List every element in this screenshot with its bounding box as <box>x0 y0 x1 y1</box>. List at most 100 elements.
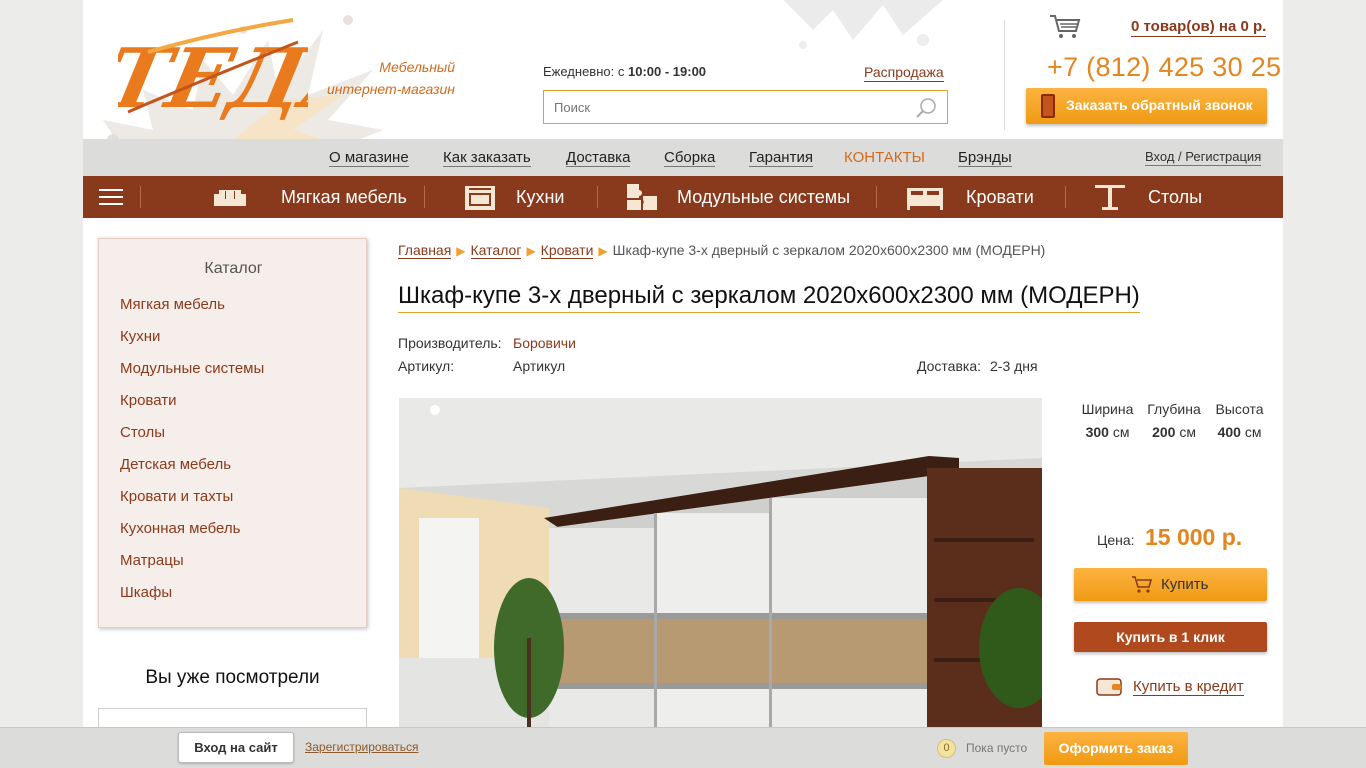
category-label: Модульные системы <box>677 187 851 207</box>
header-divider <box>1004 20 1005 130</box>
breadcrumb: Главная ▶ Каталог ▶ Кровати ▶ Шкаф-купе 3-х дв… <box>398 242 1046 259</box>
sku-value: Артикул <box>513 358 566 374</box>
sidebar-item-kitchens[interactable]: Кухни <box>120 328 160 345</box>
sofa-icon <box>214 190 246 206</box>
search-input[interactable] <box>544 91 904 123</box>
nav-about[interactable]: О магазине <box>329 149 409 167</box>
cart-count-text: 0 товар(ов) на <box>1131 18 1237 35</box>
sidebar-item-tables[interactable]: Столы <box>120 424 165 441</box>
recently-viewed-title: Вы уже посмотрели <box>145 667 320 688</box>
nav-contacts[interactable]: КОНТАКТЫ <box>844 149 925 166</box>
register-link[interactable]: Зарегистрироваться <box>305 740 418 754</box>
svg-text:ТЕДА: ТЕДА <box>118 30 308 127</box>
cart-sum: 0 р. <box>1240 18 1267 35</box>
table-icon <box>1095 185 1125 210</box>
top-navigation: О магазине Как заказать Доставка Сборка … <box>83 139 1283 176</box>
phone-icon <box>1041 94 1055 118</box>
dimension-value-wrap: 300 см <box>1080 424 1135 440</box>
nav-brands[interactable]: Брэнды <box>958 149 1012 167</box>
checkout-button[interactable]: Оформить заказ <box>1044 732 1188 765</box>
category-label: Столы <box>1148 187 1203 207</box>
breadcrumb-beds[interactable]: Кровати <box>540 242 594 259</box>
cart-summary-link[interactable]: 0 товар(ов) на 0 р. <box>1131 18 1267 37</box>
dimension-depth: Глубина 200 см <box>1146 401 1202 440</box>
dimension-unit: см <box>1179 424 1196 440</box>
delivery-label: Доставка: <box>917 358 982 374</box>
price-value: 15 000 р. <box>1145 524 1243 550</box>
buy-button-label: Купить <box>1161 576 1209 593</box>
sidebar-item-kitchen-furniture[interactable]: Кухонная мебель <box>120 520 240 537</box>
bottom-bar: Вход на сайт Зарегистрироваться 0 Пока п… <box>0 727 1366 768</box>
category-tables[interactable]: Столы <box>1093 176 1273 218</box>
breadcrumb-current: Шкаф-купе 3-х дверный с зеркалом 2020x60… <box>612 242 1046 258</box>
hours-label: Ежедневно: с <box>543 64 625 79</box>
dimension-width: Ширина 300 см <box>1080 401 1135 440</box>
category-beds[interactable]: Кровати <box>905 176 1105 218</box>
one-click-buy-button[interactable]: Купить в 1 клик <box>1074 622 1267 652</box>
callback-button-label: Заказать обратный звонок <box>1066 97 1253 113</box>
product-image[interactable] <box>399 398 1042 728</box>
oven-icon <box>465 186 495 210</box>
credit-link-label: Купить в кредит <box>1133 678 1244 696</box>
dimension-value: 300 <box>1085 424 1109 440</box>
login-register-link[interactable]: Вход / Регистрация <box>1145 149 1262 166</box>
cart-icon[interactable] <box>1049 13 1081 39</box>
callback-button[interactable]: Заказать обратный звонок <box>1026 88 1267 124</box>
category-label: Кровати <box>966 187 1034 207</box>
price-label: Цена: <box>1097 532 1135 548</box>
category-modular-systems[interactable]: Модульные системы <box>625 176 925 218</box>
buy-button[interactable]: Купить <box>1074 568 1267 601</box>
category-navigation: Мягкая мебель Кухни Модульные системы Кр… <box>83 176 1283 218</box>
breadcrumb-catalog[interactable]: Каталог <box>470 242 522 259</box>
nav-assembly[interactable]: Сборка <box>664 149 716 167</box>
dimension-label: Ширина <box>1081 401 1134 417</box>
working-hours: Ежедневно: с 10:00 - 19:00 <box>543 64 706 79</box>
sidebar-item-mattresses[interactable]: Матрацы <box>120 552 184 569</box>
credit-buy-link[interactable]: Купить в кредит <box>1096 675 1266 699</box>
catalog-sidebar: Каталог Мягкая мебель Кухни Модульные си… <box>98 238 367 628</box>
maker-link[interactable]: Боровичи <box>513 335 576 351</box>
sidebar-item-soft-furniture[interactable]: Мягкая мебель <box>120 296 225 313</box>
search-icon[interactable] <box>915 97 939 119</box>
breadcrumb-home[interactable]: Главная <box>398 242 452 259</box>
chevron-right-icon: ▶ <box>526 244 536 258</box>
cart-count-badge: 0 <box>937 739 956 758</box>
nav-warranty[interactable]: Гарантия <box>749 149 813 167</box>
tagline: Мебельный интернет-магазин <box>305 56 455 100</box>
dimension-height: Высота 400 см <box>1212 401 1267 440</box>
sidebar-item-modular-systems[interactable]: Модульные системы <box>120 360 264 377</box>
sale-link[interactable]: Распродажа <box>864 64 944 82</box>
cart-empty-text: Пока пусто <box>966 741 1028 755</box>
dimension-value-wrap: 400 см <box>1212 424 1267 440</box>
search-box <box>543 90 948 124</box>
delivery-value: 2-3 дня <box>990 358 1038 374</box>
divider <box>424 186 425 208</box>
dimension-label: Глубина <box>1147 401 1201 417</box>
wallet-icon <box>1096 678 1122 696</box>
sidebar-item-wardrobes[interactable]: Шкафы <box>120 584 172 601</box>
dimension-value: 400 <box>1217 424 1241 440</box>
nav-how-to-order[interactable]: Как заказать <box>443 149 531 167</box>
chevron-right-icon: ▶ <box>598 244 608 258</box>
tagline-line2: интернет-магазин <box>327 81 455 97</box>
sidebar-item-beds[interactable]: Кровати <box>120 392 176 409</box>
logo[interactable]: ТЕДА <box>118 12 308 132</box>
chevron-right-icon: ▶ <box>456 244 466 258</box>
site-login-button[interactable]: Вход на сайт <box>178 732 294 763</box>
menu-icon[interactable] <box>99 189 123 205</box>
puzzle-icon <box>627 184 657 210</box>
divider <box>140 186 141 208</box>
dimension-unit: см <box>1244 424 1262 440</box>
category-label: Мягкая мебель <box>281 187 407 207</box>
cart-icon <box>1132 576 1153 593</box>
dimension-value-wrap: 200 см <box>1146 424 1202 440</box>
phone-number[interactable]: +7 (812) 425 30 25 <box>1047 52 1281 83</box>
nav-delivery[interactable]: Доставка <box>566 149 631 167</box>
divider <box>876 186 877 208</box>
maker-label: Производитель: <box>398 335 502 351</box>
category-label: Кухни <box>516 187 565 207</box>
sidebar-item-kids-furniture[interactable]: Детская мебель <box>120 456 231 473</box>
sidebar-item-beds-and-couches[interactable]: Кровати и тахты <box>120 488 233 505</box>
tagline-line1: Мебельный <box>379 59 455 75</box>
dimension-unit: см <box>1112 424 1130 440</box>
